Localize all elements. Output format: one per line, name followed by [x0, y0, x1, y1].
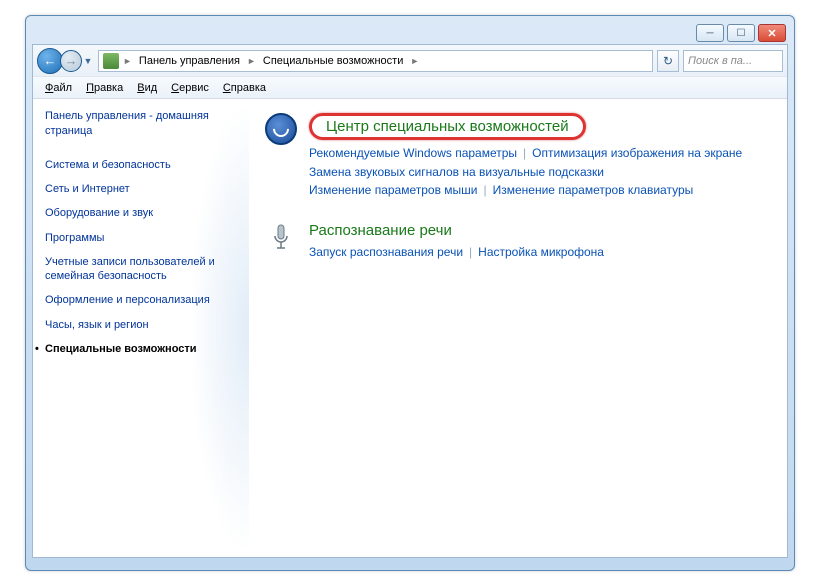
nav-history-dropdown[interactable]: ▼	[82, 51, 94, 71]
sidebar-item-network[interactable]: Сеть и Интернет	[45, 177, 243, 201]
menu-edit[interactable]: Правка	[80, 80, 129, 96]
link-recommended-settings[interactable]: Рекомендуемые Windows параметры	[309, 146, 517, 160]
sidebar-item-programs[interactable]: Программы	[45, 226, 243, 250]
link-start-speech[interactable]: Запуск распознавания речи	[309, 245, 463, 259]
sidebar-item-users[interactable]: Учетные записи пользователей и семейная …	[45, 250, 243, 289]
address-bar[interactable]: ► Панель управления ► Специальные возмож…	[98, 50, 653, 72]
link-sep: |	[517, 146, 532, 160]
category-body: Центр специальных возможностей Рекоменду…	[309, 113, 771, 200]
sidebar: Панель управления - домашняя страница Си…	[33, 99, 249, 557]
sidebar-item-accessibility[interactable]: Специальные возможности	[45, 337, 243, 361]
maximize-button[interactable]: ☐	[727, 24, 755, 42]
menubar: Файл Правка Вид Сервис Справка	[33, 77, 787, 99]
link-sep: |	[478, 183, 493, 197]
menu-tools[interactable]: Сервис	[165, 80, 215, 96]
sidebar-item-hardware[interactable]: Оборудование и звук	[45, 201, 243, 225]
link-visual-alerts[interactable]: Замена звуковых сигналов на визуальные п…	[309, 165, 604, 179]
window-frame: ─ ☐ ✕ ← → ▼ ► Панель управления ► Специа…	[25, 15, 795, 571]
breadcrumb-control-panel[interactable]: Панель управления	[136, 55, 243, 67]
minimize-button[interactable]: ─	[696, 24, 724, 42]
content-area: Панель управления - домашняя страница Си…	[33, 99, 787, 557]
ease-of-access-icon	[265, 113, 297, 145]
menu-file[interactable]: Файл	[39, 80, 78, 96]
link-keyboard-settings[interactable]: Изменение параметров клавиатуры	[493, 183, 694, 197]
search-input[interactable]: Поиск в па...	[683, 50, 783, 72]
refresh-button[interactable]: ↻	[657, 50, 679, 72]
link-setup-mic[interactable]: Настройка микрофона	[478, 245, 604, 259]
nav-buttons: ← → ▼	[37, 48, 94, 74]
sidebar-item-clock[interactable]: Часы, язык и регион	[45, 313, 243, 337]
sub-links: Запуск распознавания речи|Настройка микр…	[309, 243, 771, 262]
speech-recognition-link[interactable]: Распознавание речи	[309, 222, 452, 239]
category-speech: Распознавание речи Запуск распознавания …	[265, 222, 771, 262]
sidebar-item-system[interactable]: Система и безопасность	[45, 153, 243, 177]
ease-of-access-center-link[interactable]: Центр специальных возможностей	[309, 113, 586, 140]
control-panel-icon	[103, 53, 119, 69]
crumb-sep-icon[interactable]: ►	[121, 56, 134, 66]
category-body: Распознавание речи Запуск распознавания …	[309, 222, 771, 262]
link-sep: |	[463, 245, 478, 259]
link-mouse-settings[interactable]: Изменение параметров мыши	[309, 183, 478, 197]
titlebar: ─ ☐ ✕	[32, 22, 788, 44]
menu-help[interactable]: Справка	[217, 80, 272, 96]
microphone-icon	[265, 222, 297, 254]
crumb-sep-icon[interactable]: ►	[245, 56, 258, 66]
address-toolbar: ← → ▼ ► Панель управления ► Специальные …	[33, 45, 787, 77]
breadcrumb-accessibility[interactable]: Специальные возможности	[260, 55, 406, 67]
link-optimize-display[interactable]: Оптимизация изображения на экране	[532, 146, 742, 160]
forward-button[interactable]: →	[60, 50, 82, 72]
menu-view[interactable]: Вид	[131, 80, 163, 96]
crumb-sep-icon[interactable]: ►	[408, 56, 421, 66]
category-ease-of-access: Центр специальных возможностей Рекоменду…	[265, 113, 771, 200]
sidebar-home-link[interactable]: Панель управления - домашняя страница	[45, 109, 243, 139]
window-body: ← → ▼ ► Панель управления ► Специальные …	[32, 44, 788, 558]
main-panel: Центр специальных возможностей Рекоменду…	[249, 99, 787, 557]
sub-links: Рекомендуемые Windows параметры|Оптимиза…	[309, 144, 771, 200]
sidebar-item-appearance[interactable]: Оформление и персонализация	[45, 288, 243, 312]
close-button[interactable]: ✕	[758, 24, 786, 42]
